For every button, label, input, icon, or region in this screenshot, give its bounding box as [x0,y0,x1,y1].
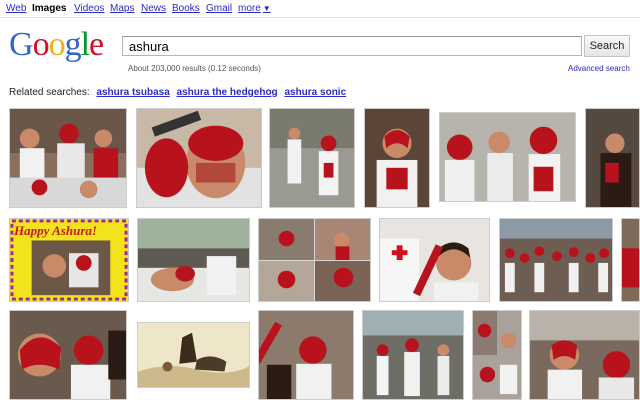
thumbnail-caption: Happy Ashura! [14,223,97,238]
related-link-ashura-sonic[interactable]: ashura sonic [284,87,346,98]
related-searches-label: Related searches: [9,87,90,98]
logo-letter: l [80,26,91,63]
nav-news[interactable]: News [141,3,166,14]
image-thumbnail[interactable] [472,310,522,400]
image-thumbnail[interactable] [499,218,613,302]
logo-letter: o [32,26,50,63]
nav-books[interactable]: Books [172,3,200,14]
related-link-ashura-hedgehog[interactable]: ashura the hedgehog [177,87,278,98]
logo-letter: o [48,26,66,63]
logo-letter: G [9,26,34,63]
nav-videos[interactable]: Videos [74,3,104,14]
search-input[interactable]: ashura [122,36,582,56]
nav-maps[interactable]: Maps [110,3,134,14]
image-thumbnail[interactable]: Happy Ashura! [9,218,129,302]
image-thumbnail[interactable] [529,310,640,400]
related-link-ashura-tsubasa[interactable]: ashura tsubasa [96,87,169,98]
image-thumbnail[interactable] [9,108,127,208]
image-thumbnail[interactable] [269,108,355,208]
google-logo[interactable]: Google [9,26,104,63]
image-thumbnail[interactable] [439,112,576,202]
image-thumbnail[interactable] [379,218,490,302]
search-button[interactable]: Search [584,35,630,57]
image-thumbnail[interactable] [137,218,250,302]
top-nav-bar: Web Images Videos Maps News Books Gmail … [0,0,640,18]
nav-more-label: more [238,3,261,14]
result-stats: About 203,000 results (0.12 seconds) [128,64,261,73]
related-searches: Related searches: ashura tsubasa ashura … [9,87,346,98]
nav-gmail[interactable]: Gmail [206,3,232,14]
advanced-search-link[interactable]: Advanced search [568,64,630,73]
image-thumbnail[interactable] [9,310,127,400]
nav-images[interactable]: Images [32,3,66,14]
image-thumbnail[interactable] [136,108,262,208]
logo-letter: g [64,26,82,63]
image-thumbnail[interactable] [621,218,640,302]
nav-web[interactable]: Web [6,3,26,14]
image-thumbnail[interactable] [258,310,354,400]
nav-more[interactable]: more ▼ [238,3,271,14]
image-thumbnail[interactable] [362,310,464,400]
image-thumbnail[interactable] [585,108,640,208]
image-thumbnail[interactable] [364,108,430,208]
chevron-down-icon: ▼ [262,4,271,13]
image-thumbnail[interactable] [137,322,250,388]
image-thumbnail[interactable] [258,218,371,302]
logo-letter: e [89,26,104,63]
